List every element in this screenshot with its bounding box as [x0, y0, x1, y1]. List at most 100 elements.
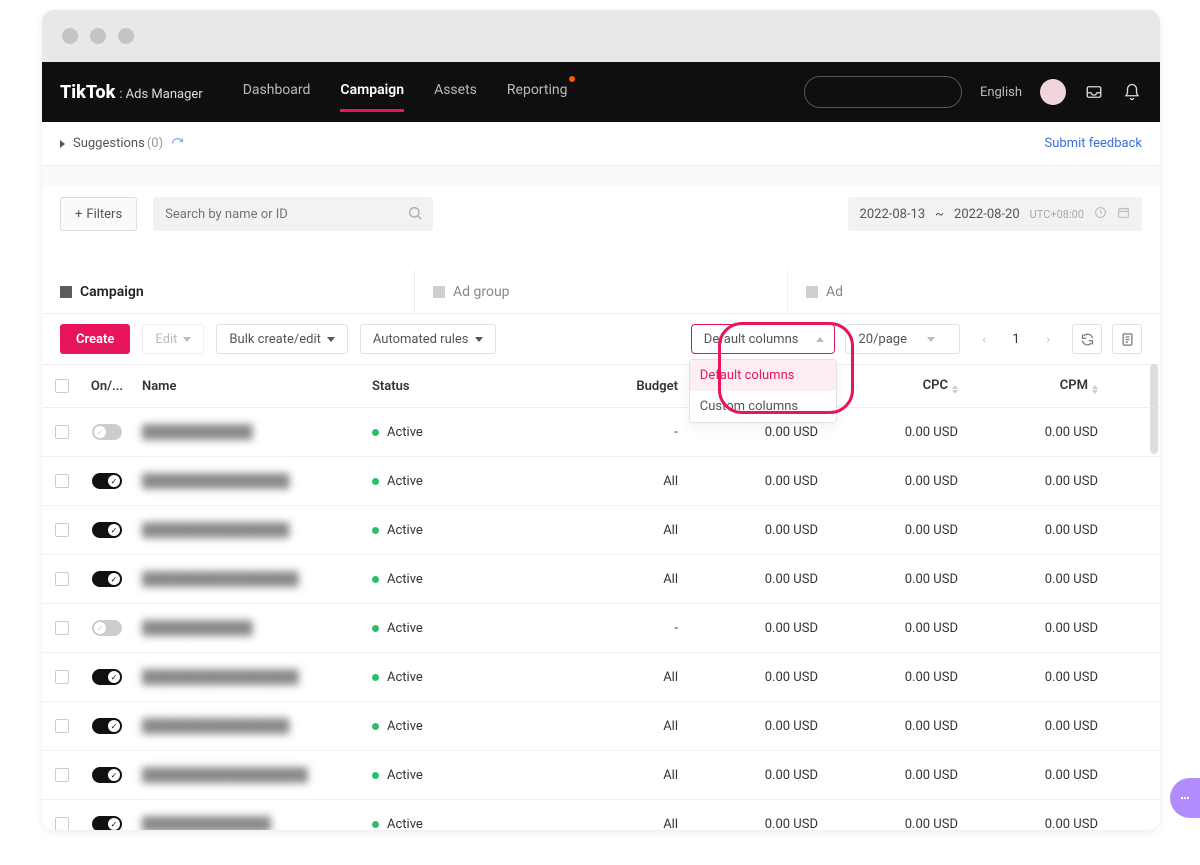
language-selector[interactable]: English [980, 85, 1022, 100]
row-toggle[interactable]: ✓ [92, 767, 122, 783]
bell-icon[interactable] [1122, 82, 1142, 102]
campaign-name[interactable]: █████████████████ [142, 572, 299, 587]
row-toggle[interactable]: ✓ [92, 473, 122, 489]
user-avatar[interactable] [1040, 79, 1066, 105]
tab-campaign[interactable]: Campaign [42, 270, 414, 313]
clock-icon [1094, 206, 1107, 223]
automated-rules-button[interactable]: Automated rules [360, 324, 496, 354]
page-icon [806, 286, 818, 298]
campaign-name[interactable]: ████████████████ [142, 474, 289, 489]
budget-value: All [592, 670, 702, 685]
page-size-selector[interactable]: 20/page [845, 324, 960, 354]
select-all-checkbox[interactable] [55, 379, 69, 393]
status-dot-icon [372, 527, 379, 534]
campaign-name[interactable]: ████████████ [142, 425, 253, 440]
cost-value: 0.00 USD [702, 817, 842, 831]
status-text: Active [387, 425, 423, 440]
table-toolbar: Create Edit Bulk create/edit Automated r… [42, 314, 1160, 364]
columns-option-custom[interactable]: Custom columns [690, 391, 837, 422]
traffic-light-minimize[interactable] [90, 28, 106, 44]
pager-next-button[interactable]: › [1034, 325, 1062, 353]
brand-suffix: : Ads Manager [119, 87, 202, 102]
row-checkbox[interactable] [55, 670, 69, 684]
row-checkbox[interactable] [55, 474, 69, 488]
budget-value: All [592, 768, 702, 783]
tab-adgroup[interactable]: Ad group [414, 270, 787, 313]
row-checkbox[interactable] [55, 621, 69, 635]
table-row: ✓██████████████ActiveAll0.00 USD0.00 USD… [42, 800, 1160, 830]
inbox-icon[interactable] [1084, 82, 1104, 102]
columns-option-default[interactable]: Default columns [690, 360, 837, 391]
cpm-value: 0.00 USD [982, 670, 1122, 685]
row-toggle[interactable]: ✓ [92, 816, 122, 830]
row-checkbox[interactable] [55, 425, 69, 439]
status-text: Active [387, 719, 423, 734]
row-toggle[interactable]: ✓ [92, 571, 122, 587]
table-row: ✓████████████████ActiveAll0.00 USD0.00 U… [42, 457, 1160, 506]
scrollbar-thumb[interactable] [1150, 364, 1158, 454]
browser-chrome-top [42, 10, 1160, 62]
cost-value: 0.00 USD [702, 523, 842, 538]
row-checkbox[interactable] [55, 572, 69, 586]
sort-icon [952, 385, 958, 394]
date-range-picker[interactable]: 2022-08-13 ~ 2022-08-20 UTC+08:00 [848, 197, 1142, 231]
tab-ad-label: Ad [826, 284, 843, 300]
row-checkbox[interactable] [55, 719, 69, 733]
col-header-budget: Budget [592, 379, 702, 394]
columns-selector[interactable]: Default columns Default columns Custom c… [691, 324, 836, 354]
export-button[interactable] [1112, 324, 1142, 354]
budget-value: All [592, 719, 702, 734]
row-toggle[interactable]: ✓ [92, 620, 122, 636]
traffic-light-zoom[interactable] [118, 28, 134, 44]
col-header-cpc[interactable]: CPC [842, 378, 982, 394]
col-header-cpm[interactable]: CPM [982, 378, 1122, 394]
nav-assets[interactable]: Assets [434, 82, 477, 102]
folder-icon [60, 286, 72, 298]
campaign-name[interactable]: ██████████████████ [142, 768, 308, 783]
cost-value: 0.00 USD [702, 425, 842, 440]
edit-button[interactable]: Edit [142, 324, 204, 354]
chevron-right-icon[interactable] [60, 140, 65, 148]
search-input[interactable] [153, 197, 433, 231]
campaign-name[interactable]: █████████████████ [142, 670, 299, 685]
bulk-label: Bulk create/edit [229, 332, 320, 347]
row-checkbox[interactable] [55, 768, 69, 782]
campaign-name[interactable]: ████████████████ [142, 719, 289, 734]
cpm-value: 0.00 USD [982, 768, 1122, 783]
cost-value: 0.00 USD [702, 621, 842, 636]
row-toggle[interactable]: ✓ [92, 669, 122, 685]
nav-reporting[interactable]: Reporting [507, 82, 568, 102]
main-nav: Dashboard Campaign Assets Reporting [243, 82, 568, 102]
campaign-name[interactable]: ██████████████ [142, 817, 271, 830]
global-search-input[interactable] [804, 76, 962, 108]
status-dot-icon [372, 772, 379, 779]
date-from: 2022-08-13 [860, 207, 926, 222]
filters-button[interactable]: + Filters [60, 197, 137, 231]
campaign-name[interactable]: ████████████████ [142, 523, 289, 538]
tab-ad[interactable]: Ad [787, 270, 1160, 313]
browser-frame: TikTok : Ads Manager Dashboard Campaign … [42, 10, 1160, 830]
submit-feedback-link[interactable]: Submit feedback [1045, 136, 1142, 151]
nav-dashboard[interactable]: Dashboard [243, 82, 311, 102]
traffic-light-close[interactable] [62, 28, 78, 44]
row-toggle[interactable]: ✓ [92, 522, 122, 538]
refresh-suggestions-icon[interactable] [171, 137, 184, 150]
app-topbar: TikTok : Ads Manager Dashboard Campaign … [42, 62, 1160, 122]
row-toggle[interactable]: ✓ [92, 718, 122, 734]
calendar-icon [1117, 206, 1130, 223]
refresh-button[interactable] [1072, 324, 1102, 354]
cpm-value: 0.00 USD [982, 523, 1122, 538]
row-checkbox[interactable] [55, 817, 69, 830]
campaign-name[interactable]: ████████████ [142, 621, 253, 636]
cost-value: 0.00 USD [702, 572, 842, 587]
bulk-create-button[interactable]: Bulk create/edit [216, 324, 347, 354]
pager-prev-button[interactable]: ‹ [970, 325, 998, 353]
col-header-status: Status [362, 379, 592, 394]
create-button[interactable]: Create [60, 324, 130, 354]
table-scrollbar[interactable] [1150, 364, 1158, 830]
nav-campaign[interactable]: Campaign [340, 82, 404, 102]
row-checkbox[interactable] [55, 523, 69, 537]
chat-fab-button[interactable] [1170, 778, 1200, 818]
row-toggle[interactable]: ✓ [92, 424, 122, 440]
cpc-value: 0.00 USD [842, 719, 982, 734]
